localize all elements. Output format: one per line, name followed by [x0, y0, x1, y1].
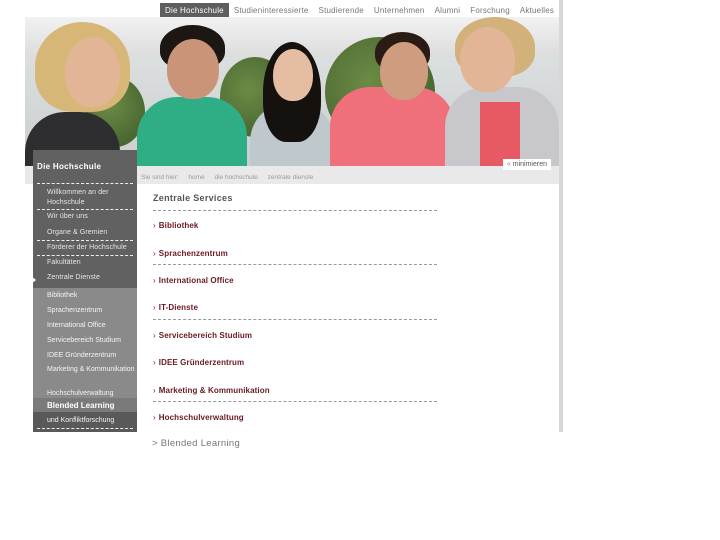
nav-forschung[interactable]: Forschung: [465, 3, 515, 18]
submenu-item-sprachenzentrum[interactable]: Sprachenzentrum: [47, 306, 135, 316]
nav-studieninteressierte[interactable]: Studieninteressierte: [229, 3, 314, 18]
chevron-right-icon: ›: [153, 358, 156, 367]
breadcrumb: Sie sind hier: home die hochschule zentr…: [141, 174, 322, 181]
divider: [37, 183, 133, 184]
service-link-bibliothek[interactable]: › Bibliothek: [153, 221, 198, 230]
chevron-right-icon: ›: [153, 413, 156, 422]
sidebar-item-fakultaeten[interactable]: Fakultäten: [47, 258, 135, 268]
breadcrumb-prefix: Sie sind hier:: [141, 174, 179, 181]
submenu-item-idee[interactable]: IDEE Gründerzentrum: [47, 351, 135, 361]
service-link-it-dienste[interactable]: › IT-Dienste: [153, 303, 198, 312]
divider: [153, 319, 437, 320]
sidebar: Die Hochschule Willkommen an der Hochsch…: [31, 150, 137, 432]
service-link-sprachenzentrum[interactable]: › Sprachenzentrum: [153, 249, 228, 258]
chevron-right-icon: ›: [153, 221, 156, 230]
sidebar-item-willkommen[interactable]: Willkommen an der Hochschule: [47, 188, 135, 208]
submenu-item-bibliothek[interactable]: Bibliothek: [47, 291, 135, 301]
divider: [153, 264, 437, 265]
divider: [37, 240, 133, 241]
double-chevron-icon: «: [506, 161, 511, 168]
service-link-marketing[interactable]: › Marketing & Kommunikation: [153, 386, 270, 395]
sidebar-item-zentrale-dienste[interactable]: Zentrale Dienste: [47, 273, 135, 283]
submenu-item-servicebereich-studium[interactable]: Servicebereich Studium: [47, 336, 135, 346]
nav-die-hochschule[interactable]: Die Hochschule: [160, 3, 229, 18]
breadcrumb-die-hochschule[interactable]: die hochschule: [214, 174, 257, 181]
sidebar-submenu: Bibliothek Sprachenzentrum International…: [33, 288, 137, 404]
nav-alumni[interactable]: Alumni: [430, 3, 466, 18]
nav-unternehmen[interactable]: Unternehmen: [369, 3, 430, 18]
nav-studierende[interactable]: Studierende: [314, 3, 369, 18]
chevron-right-icon: ›: [153, 276, 156, 285]
page-title: Zentrale Services: [153, 193, 233, 203]
sidebar-bottom: und Konfliktforschung: [33, 412, 137, 432]
breadcrumb-home[interactable]: home: [188, 174, 204, 181]
submenu-item-marketing[interactable]: Marketing & Kommunikation: [47, 365, 135, 375]
chevron-right-icon: ›: [153, 303, 156, 312]
divider: [153, 210, 437, 211]
breadcrumb-zentrale-dienste: zentrale dienste: [267, 174, 314, 181]
sidebar-item-organe-gremien[interactable]: Organe & Gremien: [47, 228, 135, 238]
divider: [153, 401, 437, 402]
sidebar-item-foerderer[interactable]: Förderer der Hochschule: [47, 243, 135, 253]
active-marker-icon: [31, 276, 36, 284]
top-navigation: Die Hochschule Studieninteressierte Stud…: [160, 3, 559, 18]
service-link-servicebereich-studium[interactable]: › Servicebereich Studium: [153, 331, 252, 340]
divider: [37, 209, 133, 210]
scrollbar[interactable]: [559, 0, 563, 432]
sidebar-item-wir-ueber-uns[interactable]: Wir über uns: [47, 212, 135, 222]
chevron-right-icon: ›: [153, 249, 156, 258]
nav-aktuelles[interactable]: Aktuelles: [515, 3, 559, 18]
submenu-item-blended-learning[interactable]: Blended Learning: [47, 401, 135, 411]
blended-learning-link[interactable]: > Blended Learning: [152, 438, 240, 449]
service-link-hochschulverwaltung[interactable]: › Hochschulverwaltung: [153, 413, 244, 422]
submenu-item-international-office[interactable]: International Office: [47, 321, 135, 331]
chevron-right-icon: ›: [153, 386, 156, 395]
service-link-international-office[interactable]: › International Office: [153, 276, 234, 285]
divider: [37, 255, 133, 256]
service-link-idee-gruenderzentrum[interactable]: › IDEE Gründerzentrum: [153, 358, 244, 367]
chevron-right-icon: ›: [153, 331, 156, 340]
sidebar-title: Die Hochschule: [37, 162, 102, 171]
divider: [37, 428, 133, 429]
sidebar-item-konfliktforschung[interactable]: und Konfliktforschung: [47, 416, 135, 426]
minimize-button[interactable]: «minimieren: [502, 159, 551, 170]
